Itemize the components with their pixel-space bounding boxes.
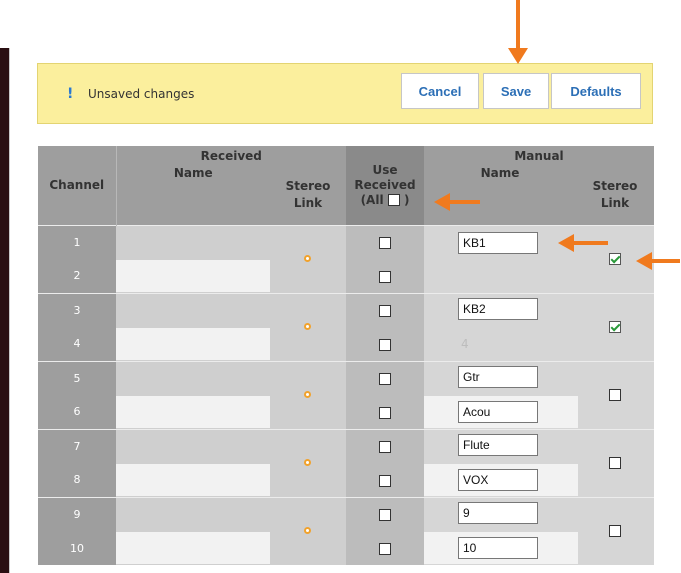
manual-stereo-link-checkbox-1[interactable] [609, 253, 621, 265]
manual-name-input-10[interactable] [458, 537, 538, 559]
header-manual: Manual [424, 146, 654, 166]
header-channel: Channel [38, 146, 116, 225]
annotation-arrow-stereo-link [650, 259, 680, 263]
manual-name-placeholder-4: 4 [461, 337, 469, 351]
unsaved-changes-banner: ! Unsaved changes Cancel Save Defaults [37, 63, 653, 124]
unsaved-message: Unsaved changes [88, 87, 195, 101]
use-received-checkbox-6[interactable] [379, 406, 391, 419]
channel-number: 3 [38, 292, 116, 327]
channel-number: 9 [38, 496, 116, 531]
table-row: 8 [38, 463, 654, 497]
use-received-checkbox-1[interactable] [379, 237, 391, 250]
save-button[interactable]: Save [483, 73, 549, 109]
use-received-checkbox-2[interactable] [379, 270, 391, 283]
manual-name-input-8[interactable] [458, 469, 538, 491]
stereo-link-indicator [304, 323, 311, 330]
received-name-field [116, 464, 270, 496]
manual-name-input-7[interactable] [458, 433, 538, 456]
received-name-field [116, 328, 270, 360]
header-received-stereo: Stereo Link [270, 166, 346, 225]
manual-name-input-5[interactable] [458, 365, 538, 388]
stereo-link-indicator [304, 391, 311, 398]
stereo-link-indicator [304, 459, 311, 466]
received-name-field [116, 396, 270, 428]
channel-number: 1 [38, 224, 116, 259]
exclamation-icon: ! [67, 86, 74, 102]
annotation-arrow-head [558, 234, 574, 252]
channel-number: 6 [38, 395, 116, 429]
stereo-link-indicator [304, 255, 311, 262]
channel-number: 4 [38, 327, 116, 361]
annotation-arrow-head [434, 193, 450, 211]
channel-number: 10 [38, 531, 116, 565]
cancel-button[interactable]: Cancel [401, 73, 479, 109]
table-row: 9 [38, 496, 654, 565]
channel-number: 5 [38, 360, 116, 395]
manual-stereo-link-checkbox-3[interactable] [609, 389, 621, 401]
left-edge [0, 48, 9, 573]
defaults-button[interactable]: Defaults [551, 73, 641, 109]
header-received: Received [115, 146, 346, 166]
stereo-link-indicator [304, 527, 311, 535]
table-row: 2 [38, 259, 654, 293]
channel-number: 7 [38, 428, 116, 463]
use-received-all-checkbox[interactable] [387, 194, 400, 207]
annotation-arrow-use-received-all [448, 200, 480, 204]
use-received-checkbox-7[interactable] [379, 441, 391, 454]
table-row: 7 [38, 428, 654, 497]
use-received-checkbox-4[interactable] [379, 338, 391, 351]
annotation-arrow-head [636, 252, 652, 270]
annotation-arrow-save [516, 0, 520, 50]
received-name-field [116, 260, 270, 292]
manual-name-input-1[interactable] [458, 231, 538, 254]
annotation-arrow-save-head [508, 48, 528, 64]
use-received-checkbox-5[interactable] [379, 373, 391, 386]
use-received-checkbox-3[interactable] [379, 305, 391, 318]
channel-table: Channel Received Use Received (All ) Man… [38, 146, 654, 565]
manual-name-input-9[interactable] [458, 501, 538, 524]
use-received-checkbox-10[interactable] [379, 543, 391, 555]
table-row: 10 [38, 531, 654, 565]
header-received-name: Name [115, 166, 270, 225]
received-name-field [116, 532, 270, 564]
manual-name-input-6[interactable] [458, 401, 538, 423]
channel-number: 8 [38, 463, 116, 497]
manual-name-input-3[interactable] [458, 297, 538, 320]
use-received-checkbox-8[interactable] [379, 474, 391, 487]
manual-stereo-link-checkbox-5[interactable] [609, 525, 621, 538]
header-use-received: Use Received (All ) [346, 146, 424, 225]
channel-number: 2 [38, 259, 116, 293]
use-received-checkbox-9[interactable] [379, 509, 391, 522]
table-row: 6 [38, 395, 654, 429]
manual-stereo-link-checkbox-4[interactable] [609, 457, 621, 469]
header-manual-stereo: Stereo Link [576, 166, 654, 225]
table-row: 3 [38, 292, 654, 361]
manual-stereo-link-checkbox-2[interactable] [609, 321, 621, 333]
table-row: 5 [38, 360, 654, 429]
table-row: 4 4 [38, 327, 654, 361]
annotation-arrow-manual-name [572, 241, 608, 245]
